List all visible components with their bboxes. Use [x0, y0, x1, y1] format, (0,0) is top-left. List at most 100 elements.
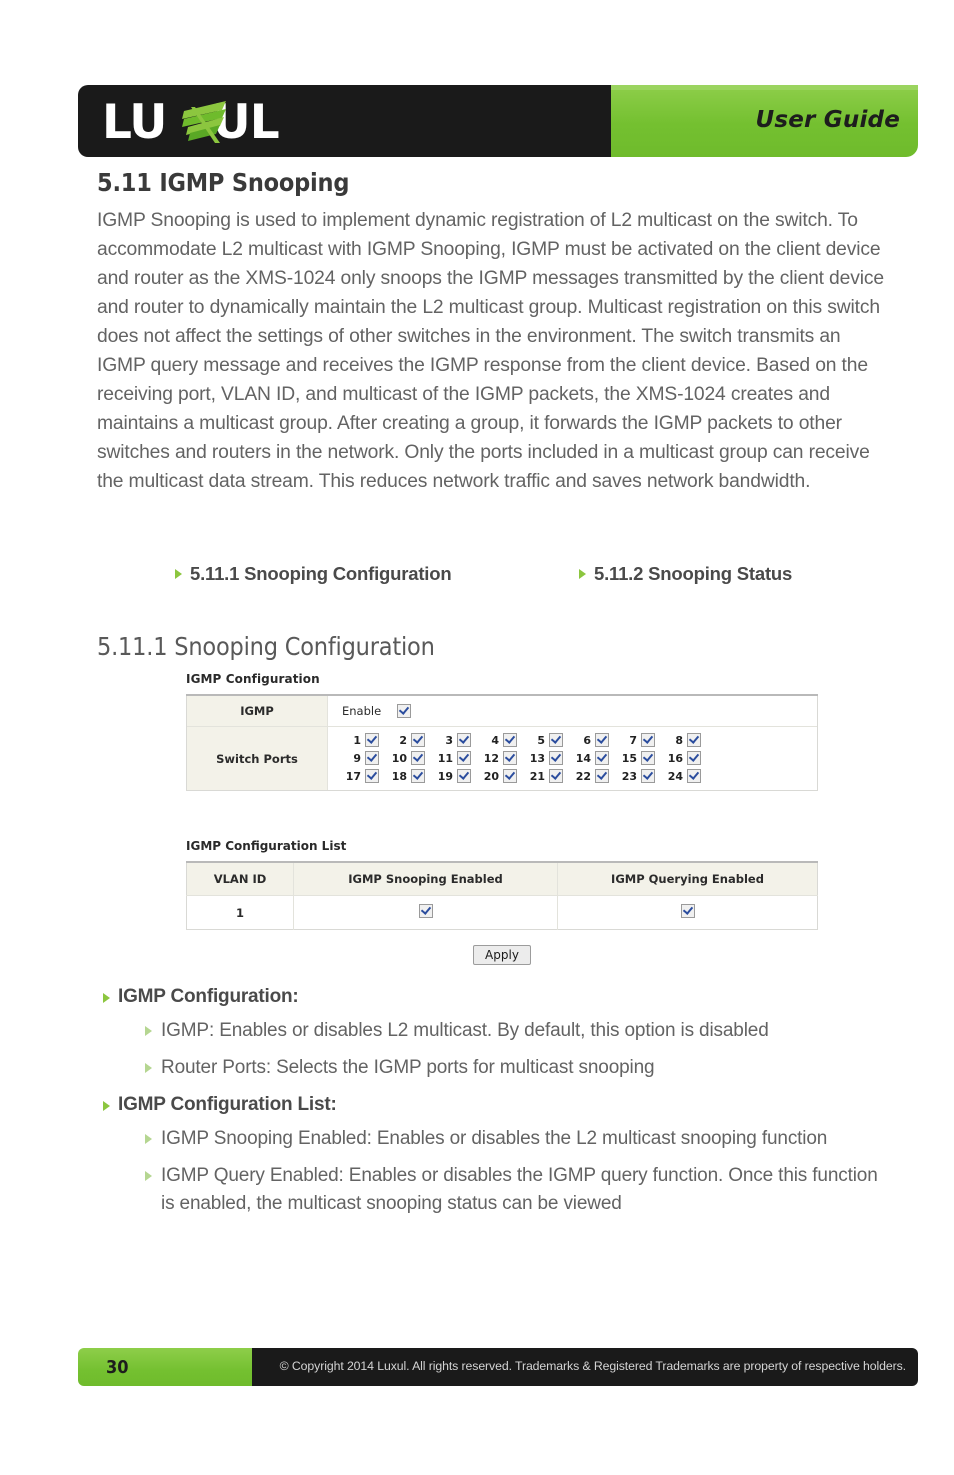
switch-port-checkbox[interactable]	[457, 733, 471, 747]
page-number: 30	[106, 1357, 129, 1378]
luxul-x-icon	[178, 97, 228, 149]
switch-port-13[interactable]: 13	[526, 751, 572, 765]
switch-port-checkbox[interactable]	[549, 769, 563, 783]
switch-port-1[interactable]: 1	[342, 733, 388, 747]
small-triangle-bullet-icon	[145, 1134, 152, 1144]
switch-port-number: 3	[445, 733, 453, 747]
switch-port-17[interactable]: 17	[342, 769, 388, 783]
switch-port-number: 5	[537, 733, 545, 747]
switch-port-16[interactable]: 16	[664, 751, 710, 765]
switch-port-12[interactable]: 12	[480, 751, 526, 765]
column-header-querying-enabled: IGMP Querying Enabled	[557, 863, 818, 896]
switch-port-checkbox[interactable]	[595, 751, 609, 765]
switch-port-20[interactable]: 20	[480, 769, 526, 783]
switch-port-number: 18	[391, 769, 407, 783]
switch-port-21[interactable]: 21	[526, 769, 572, 783]
note-item: Router Ports: Selects the IGMP ports for…	[145, 1054, 903, 1082]
switch-port-18[interactable]: 18	[388, 769, 434, 783]
switch-port-19[interactable]: 19	[434, 769, 480, 783]
page-footer: 30 © Copyright 2014 Luxul. All rights re…	[78, 1348, 918, 1386]
switch-port-checkbox[interactable]	[365, 733, 379, 747]
switch-port-24[interactable]: 24	[664, 769, 710, 783]
note-item: IGMP Query Enabled: Enables or disables …	[145, 1162, 903, 1218]
switch-port-number: 12	[483, 751, 499, 765]
intro-paragraph: IGMP Snooping is used to implement dynam…	[97, 210, 884, 492]
snooping-enabled-checkbox[interactable]	[418, 904, 433, 918]
link-snooping-status[interactable]: 5.11.2 Snooping Status	[579, 563, 792, 585]
switch-port-10[interactable]: 10	[388, 751, 434, 765]
switch-port-checkbox[interactable]	[503, 769, 517, 783]
igmp-configuration-list-caption: IGMP Configuration List	[186, 839, 347, 853]
page-header: LU UL User Guide	[78, 85, 918, 157]
apply-button-row: Apply	[186, 944, 818, 965]
main-content: 5.11 IGMP Snooping IGMP Snooping is used…	[97, 168, 897, 496]
embedded-ui-screenshot: IGMP Configuration IGMP Enable Switch Po…	[186, 672, 818, 965]
switch-port-number: 24	[667, 769, 683, 783]
igmp-configuration-panel: IGMP Enable Switch Ports 12345678 9 10 11 1…	[186, 696, 818, 791]
switch-port-checkbox[interactable]	[365, 769, 379, 783]
switch-port-7[interactable]: 7	[618, 733, 664, 747]
small-triangle-bullet-icon	[145, 1026, 152, 1036]
switch-port-number: 16	[667, 751, 683, 765]
switch-port-23[interactable]: 23	[618, 769, 664, 783]
table-header-row: VLAN ID IGMP Snooping Enabled IGMP Query…	[186, 863, 818, 896]
table-row: 1	[186, 895, 818, 930]
switch-port-checkbox[interactable]	[641, 733, 655, 747]
switch-port-15[interactable]: 15	[618, 751, 664, 765]
switch-port-number: 10	[391, 751, 407, 765]
switch-port-checkbox[interactable]	[503, 751, 517, 765]
apply-button[interactable]: Apply	[473, 945, 531, 965]
querying-enabled-checkbox[interactable]	[680, 904, 695, 918]
switch-port-checkbox[interactable]	[411, 751, 425, 765]
note-group-title-label: IGMP Configuration List:	[118, 1094, 337, 1115]
page-title: 5.11 IGMP Snooping	[97, 168, 350, 197]
switch-port-checkbox[interactable]	[411, 733, 425, 747]
switch-port-checkbox[interactable]	[641, 751, 655, 765]
switch-port-11[interactable]: 11	[434, 751, 480, 765]
switch-port-checkbox[interactable]	[549, 733, 563, 747]
switch-port-checkbox[interactable]	[595, 769, 609, 783]
switch-port-number: 20	[483, 769, 499, 783]
switch-port-checkbox[interactable]	[457, 751, 471, 765]
switch-port-checkbox[interactable]	[687, 751, 701, 765]
switch-port-8[interactable]: 8	[664, 733, 710, 747]
cell-snooping-enabled	[293, 895, 558, 930]
switch-port-6[interactable]: 6	[572, 733, 618, 747]
switch-port-checkbox[interactable]	[411, 769, 425, 783]
switch-port-3[interactable]: 3	[434, 733, 480, 747]
switch-port-number: 6	[583, 733, 591, 747]
switch-port-checkbox[interactable]	[687, 733, 701, 747]
switch-port-9[interactable]: 9	[342, 751, 388, 765]
switch-port-checkbox[interactable]	[365, 751, 379, 765]
switch-port-checkbox[interactable]	[595, 733, 609, 747]
switch-port-number: 22	[575, 769, 591, 783]
port-line: 1 2 3 4 5 6 7 8	[342, 733, 817, 747]
switch-port-number: 11	[437, 751, 453, 765]
column-header-vlan-id: VLAN ID	[186, 863, 294, 896]
switch-port-checkbox[interactable]	[687, 769, 701, 783]
header-green-highlight	[611, 85, 918, 90]
switch-port-22[interactable]: 22	[572, 769, 618, 783]
port-line: 9 10 11 12 13 14 15 16	[342, 751, 817, 765]
igmp-row-label: IGMP	[187, 696, 328, 726]
subsection-title: 5.11.1 Snooping Configuration	[97, 632, 435, 661]
note-item-label: IGMP: Enables or disables L2 multicast. …	[161, 1020, 769, 1041]
switch-port-checkbox[interactable]	[549, 751, 563, 765]
column-header-snooping-enabled: IGMP Snooping Enabled	[293, 863, 558, 896]
switch-port-checkbox[interactable]	[641, 769, 655, 783]
switch-port-14[interactable]: 14	[572, 751, 618, 765]
switch-port-checkbox[interactable]	[503, 733, 517, 747]
igmp-enable-cell: Enable	[328, 696, 817, 726]
switch-port-checkbox[interactable]	[457, 769, 471, 783]
igmp-enable-checkbox[interactable]	[397, 704, 412, 718]
switch-port-2[interactable]: 2	[388, 733, 434, 747]
port-line: 17 18 19 20 21 22 23 24	[342, 769, 817, 783]
switch-port-5[interactable]: 5	[526, 733, 572, 747]
copyright-text: © Copyright 2014 Luxul. All rights reser…	[279, 1359, 906, 1373]
note-group-title-label: IGMP Configuration:	[118, 986, 299, 1007]
switch-port-number: 9	[353, 751, 361, 765]
igmp-enable-row: IGMP Enable	[187, 696, 817, 727]
switch-port-4[interactable]: 4	[480, 733, 526, 747]
link-snooping-configuration[interactable]: 5.11.1 Snooping Configuration	[175, 563, 579, 585]
switch-port-number: 4	[491, 733, 499, 747]
